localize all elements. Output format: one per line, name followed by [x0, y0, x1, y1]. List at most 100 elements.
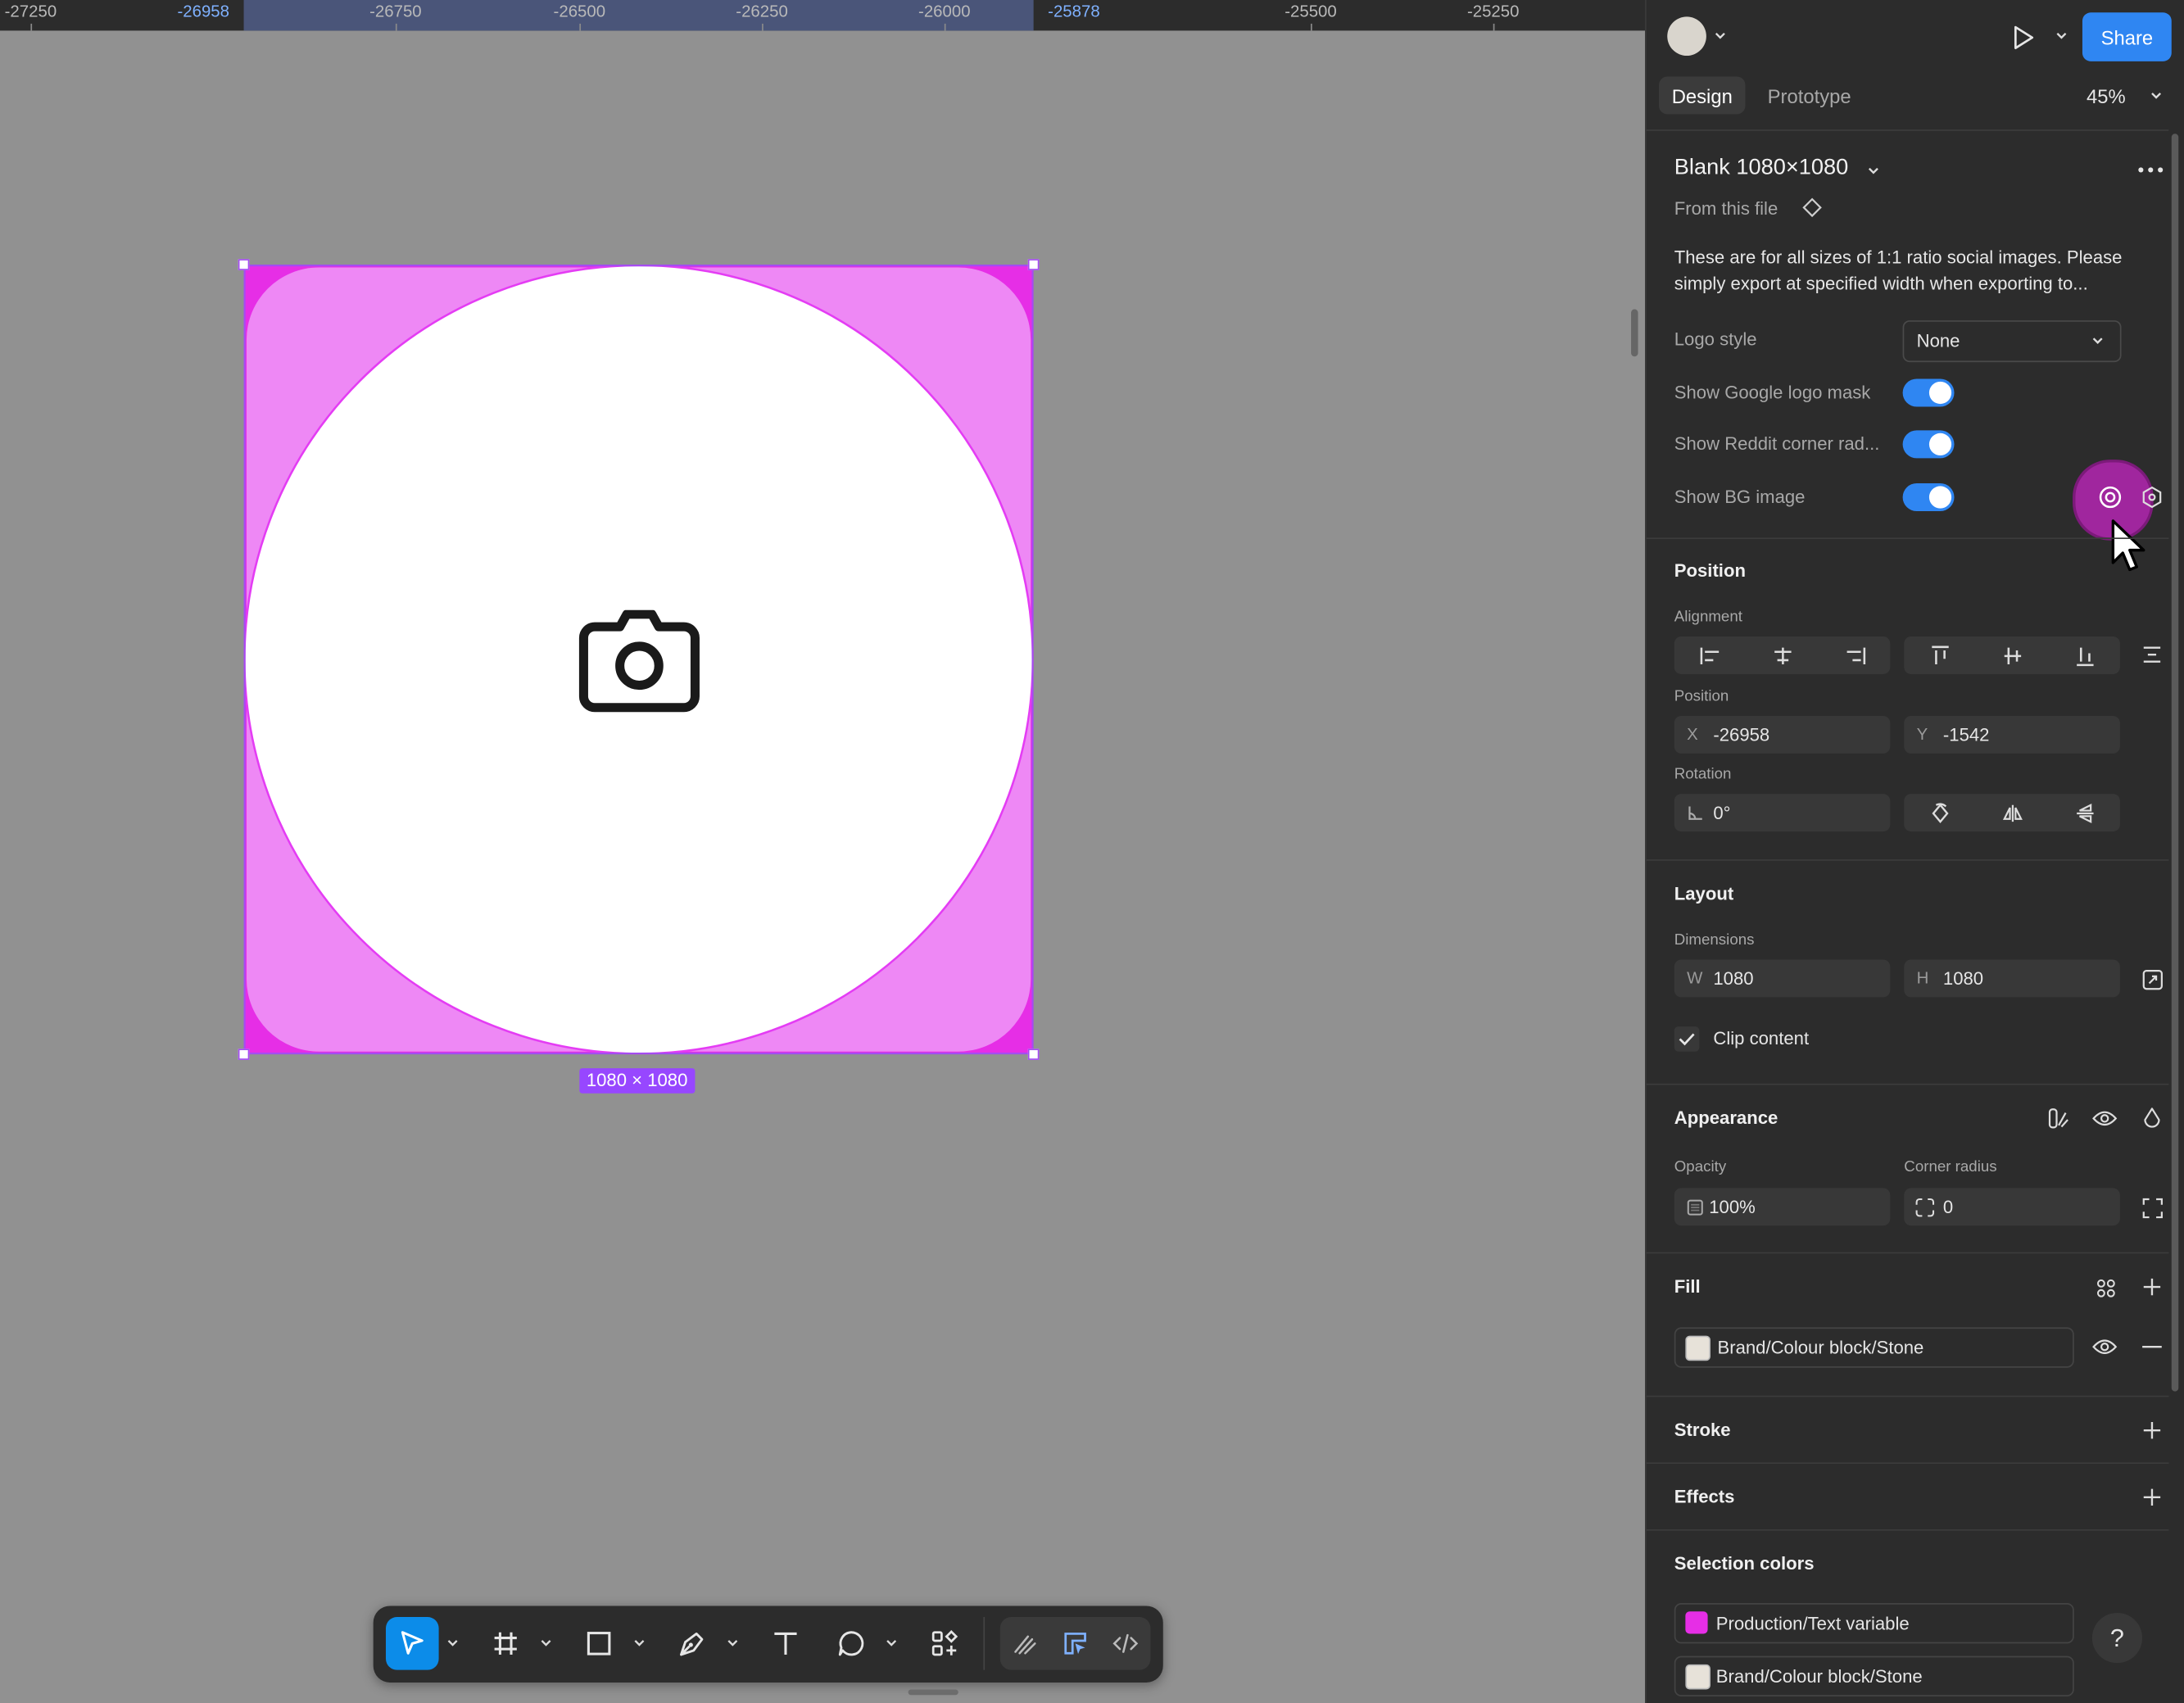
bottom-toolbar [373, 1606, 1163, 1683]
constrain-proportions-button[interactable] [2140, 967, 2165, 992]
ruler-label: -26750 [369, 1, 422, 21]
play-icon [2014, 25, 2034, 50]
align-center-h-button[interactable] [1747, 636, 1819, 674]
visibility-toggle[interactable] [2091, 1104, 2118, 1132]
fill-swatch [1685, 1335, 1710, 1361]
resize-handle-top-left[interactable] [238, 259, 250, 270]
height-field[interactable]: H 1080 [1904, 959, 2120, 998]
rotation-field[interactable]: 0° [1674, 794, 1891, 832]
chevron-down-icon [2151, 93, 2162, 99]
opacity-value: 100% [1709, 1196, 1756, 1218]
cursor-icon [401, 1631, 424, 1655]
user-avatar[interactable] [1667, 16, 1706, 57]
help-button[interactable]: ? [2091, 1612, 2143, 1664]
selection-color-row[interactable]: Production/Text variable [1674, 1603, 2074, 1644]
google-mask-label: Show Google logo mask [1674, 381, 1871, 403]
fill-style-row[interactable]: Brand/Colour block/Stone [1674, 1327, 2074, 1368]
styles-grid-icon [2096, 1279, 2115, 1298]
add-effect-button[interactable] [2140, 1485, 2165, 1511]
ruler-label: -25500 [1285, 1, 1337, 21]
resize-handle-bottom-left[interactable] [238, 1049, 250, 1060]
comment-tool-button[interactable] [825, 1617, 878, 1670]
panel-scrollbar[interactable] [2171, 134, 2179, 1392]
move-tool-chevron[interactable] [446, 1633, 460, 1655]
logo-style-select[interactable]: None [1902, 320, 2122, 363]
corner-radius-icon [1914, 1197, 1935, 1218]
x-position-field[interactable]: X -26958 [1674, 715, 1891, 754]
frame-tool-chevron[interactable] [539, 1633, 553, 1655]
add-fill-button[interactable] [2140, 1275, 2165, 1300]
resize-handle-top-right[interactable] [1027, 259, 1040, 270]
stroke-section-title: Stroke [1674, 1419, 1731, 1441]
align-top-button[interactable] [1904, 636, 1976, 674]
move-tool-button[interactable] [385, 1617, 439, 1670]
alignment-label: Alignment [1674, 609, 1742, 626]
logo-style-value: None [1916, 329, 1960, 351]
independent-corners-button[interactable] [2140, 1195, 2165, 1221]
opacity-label: Opacity [1674, 1158, 1727, 1176]
component-name[interactable]: Blank 1080×1080 [1674, 156, 1849, 181]
align-left-button[interactable] [1674, 636, 1747, 674]
flip-horizontal-button[interactable] [1977, 794, 2049, 831]
component-name-chevron[interactable] [1865, 163, 1882, 179]
draw-mode-button[interactable] [1000, 1617, 1050, 1670]
resize-handle-bottom-right[interactable] [1027, 1049, 1040, 1060]
pen-tool-button[interactable] [666, 1617, 719, 1670]
bg-image-toggle[interactable] [1902, 483, 1955, 512]
component-diamond-icon[interactable] [1800, 195, 1825, 220]
zoom-level[interactable]: 45% [2087, 85, 2126, 107]
more-dots-icon [2138, 167, 2164, 173]
text-tool-button[interactable] [759, 1617, 813, 1670]
design-mode-button[interactable] [1050, 1617, 1100, 1670]
y-position-field[interactable]: Y -1542 [1904, 715, 2120, 754]
dev-mode-button[interactable] [1100, 1617, 1150, 1670]
component-source: From this file [1674, 197, 1778, 219]
align-right-button[interactable] [1819, 636, 1892, 674]
chevron-down-icon [1868, 167, 1878, 174]
frame-tool-button[interactable] [479, 1617, 532, 1670]
avatar-menu-chevron[interactable] [1712, 28, 1729, 44]
width-field[interactable]: W 1080 [1674, 959, 1891, 998]
flip-vertical-button[interactable] [2049, 794, 2121, 831]
opacity-field[interactable]: 100% [1674, 1188, 1891, 1226]
rectangle-tool-chevron[interactable] [632, 1633, 646, 1655]
zoom-chevron[interactable] [2148, 88, 2164, 104]
component-prop-icon[interactable] [2141, 485, 2163, 510]
chevron-down-icon [886, 1640, 897, 1646]
present-button[interactable] [2009, 22, 2039, 52]
tab-prototype[interactable]: Prototype [1768, 85, 1851, 107]
add-stroke-button[interactable] [2140, 1418, 2165, 1443]
variable-mode-button[interactable] [2045, 1104, 2073, 1132]
google-mask-toggle[interactable] [1902, 378, 1955, 407]
distribute-button[interactable] [2141, 644, 2163, 666]
more-options-button[interactable] [2134, 156, 2168, 183]
clip-content-checkbox[interactable] [1674, 1026, 1700, 1052]
rotate-90-button[interactable] [1904, 794, 1976, 831]
checkmark-icon [1679, 1033, 1695, 1046]
blend-mode-button[interactable] [2140, 1104, 2165, 1132]
actions-tool-button[interactable] [918, 1617, 971, 1670]
reddit-corner-toggle[interactable] [1902, 430, 1955, 459]
corner-radius-field[interactable]: 0 [1904, 1188, 2120, 1226]
pen-tool-chevron[interactable] [726, 1633, 740, 1655]
fill-visibility-toggle[interactable] [2091, 1334, 2118, 1360]
rotate-icon [1932, 802, 1949, 823]
tab-design[interactable]: Design [1659, 76, 1746, 115]
canvas-scrollbar[interactable] [1631, 309, 1638, 357]
share-button[interactable]: Share [2082, 12, 2172, 61]
selected-frame-blank-1080[interactable] [238, 259, 1040, 1060]
align-center-v-button[interactable] [1977, 636, 2049, 674]
rectangle-tool-button[interactable] [573, 1617, 626, 1670]
description-line: These are for all sizes of 1:1 ratio soc… [1674, 246, 2123, 268]
selection-color-row[interactable]: Brand/Colour block/Stone [1674, 1655, 2074, 1696]
present-options-chevron[interactable] [2053, 28, 2069, 44]
ruler-label: -27250 [4, 1, 57, 21]
apply-variable-button[interactable] [2095, 482, 2125, 512]
remove-fill-button[interactable] [2140, 1334, 2165, 1360]
comment-tool-chevron[interactable] [885, 1633, 899, 1655]
toolbar-grab-handle[interactable] [908, 1689, 958, 1696]
design-canvas[interactable]: -27250 -26958 -26750 -26500 -26250 -2600… [0, 0, 1646, 1703]
align-bottom-button[interactable] [2049, 636, 2121, 674]
fill-section-title: Fill [1674, 1275, 1701, 1297]
fill-styles-button[interactable] [2092, 1275, 2120, 1302]
